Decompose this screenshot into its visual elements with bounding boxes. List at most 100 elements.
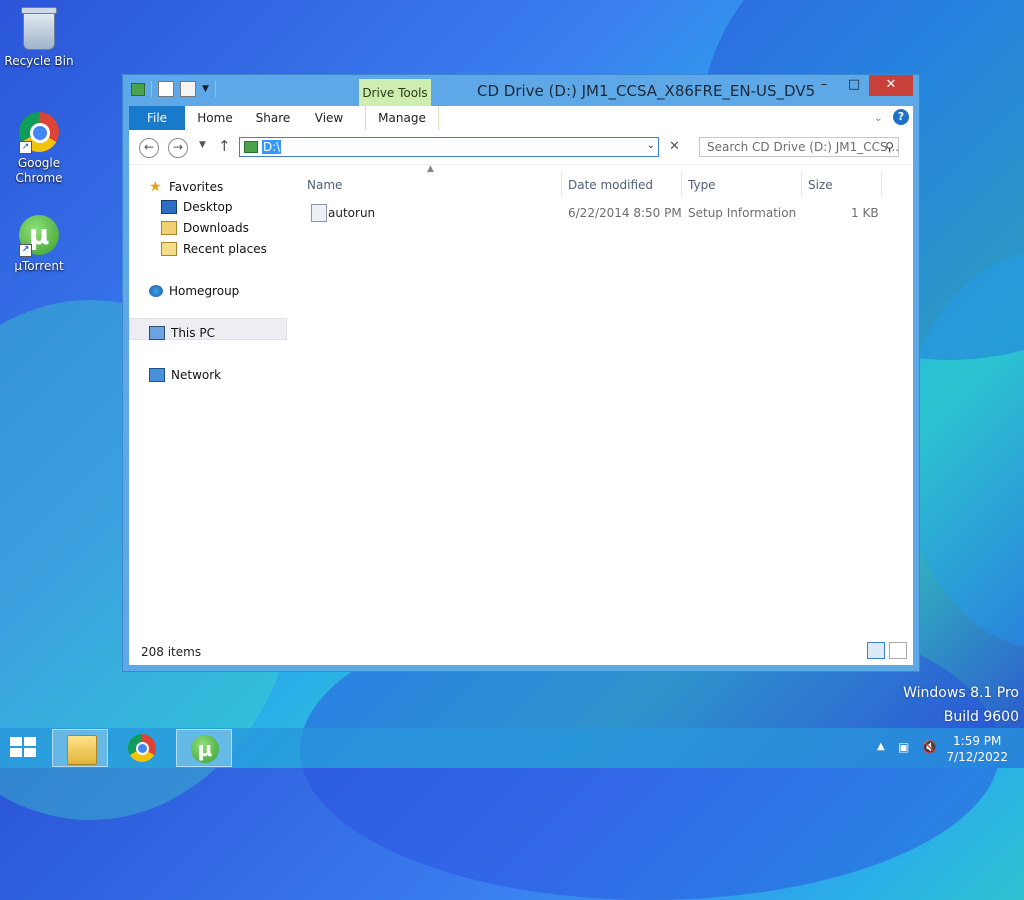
nav-label: Homegroup — [169, 284, 240, 298]
windows-logo-icon — [24, 737, 36, 746]
downloads-folder-icon — [161, 221, 177, 235]
back-button[interactable]: ← — [139, 138, 159, 158]
address-dropdown-icon[interactable]: ⌄ — [647, 140, 655, 151]
column-divider[interactable] — [801, 172, 802, 196]
details-view-button[interactable] — [867, 642, 885, 659]
recycle-bin-icon — [21, 7, 57, 50]
up-button[interactable]: ↑ — [218, 137, 231, 155]
nav-homegroup[interactable]: Homegroup — [149, 284, 239, 298]
setup-information-file-icon — [311, 204, 327, 222]
network-status-icon[interactable]: ▣ — [898, 740, 909, 754]
nav-this-pc[interactable]: This PC — [149, 326, 215, 340]
file-size: 1 KB — [851, 206, 879, 220]
title-bar[interactable]: ▼ Drive Tools CD Drive (D:) JM1_CCSA_X86… — [123, 75, 919, 107]
homegroup-icon — [149, 285, 163, 297]
desktop-icon-label: Google Chrome — [15, 156, 63, 185]
nav-label: Downloads — [183, 221, 249, 235]
clock-date: 7/12/2022 — [946, 750, 1008, 764]
desktop-icon-label: µTorrent — [14, 259, 64, 273]
column-divider[interactable] — [881, 172, 882, 196]
divider — [151, 81, 152, 97]
recent-locations-dropdown-icon[interactable]: ▼ — [199, 140, 206, 150]
tab-file[interactable]: File — [129, 106, 185, 130]
network-icon — [149, 368, 165, 382]
taskbar-file-explorer[interactable] — [52, 729, 108, 767]
windows-version-text: Windows 8.1 Pro — [903, 685, 1019, 701]
column-header-type[interactable]: Type — [688, 178, 716, 192]
nav-label: This PC — [171, 326, 215, 340]
nav-item-desktop[interactable]: Desktop — [161, 200, 233, 214]
nav-network[interactable]: Network — [149, 368, 221, 382]
taskbar-utorrent[interactable]: µ — [176, 729, 232, 767]
column-header-name[interactable]: Name — [307, 178, 342, 192]
nav-label: Recent places — [183, 242, 267, 256]
address-bar-row: ← → ▼ ↑ D:\ ⌄ ✕ Search CD Drive (D:) JM1… — [129, 130, 913, 165]
search-input[interactable]: Search CD Drive (D:) JM1_CCS... ⚲ — [699, 137, 899, 157]
divider — [214, 81, 216, 97]
file-type: Setup Information — [688, 206, 797, 220]
quick-access-toolbar: ▼ — [131, 81, 216, 97]
shortcut-arrow-icon: ↗ — [19, 244, 32, 257]
taskbar-google-chrome[interactable] — [114, 729, 170, 767]
volume-muted-icon[interactable]: 🔇 — [922, 740, 937, 754]
taskbar-clock[interactable]: 1:59 PM 7/12/2022 — [946, 733, 1008, 765]
column-divider[interactable] — [561, 172, 562, 196]
file-list: ▲ Name Date modified Type Size autorun 6… — [299, 164, 883, 637]
view-switcher — [867, 642, 907, 659]
star-icon: ★ — [149, 179, 162, 195]
file-date: 6/22/2014 8:50 PM — [568, 206, 682, 220]
search-icon: ⚲ — [885, 140, 894, 154]
large-icons-view-button[interactable] — [889, 642, 907, 659]
computer-icon — [149, 326, 165, 340]
file-name: autorun — [328, 206, 376, 220]
search-placeholder: Search CD Drive (D:) JM1_CCS... — [707, 140, 899, 154]
forward-button[interactable]: → — [168, 138, 188, 158]
window-controls: – □ ✕ — [809, 75, 913, 96]
desktop-icon-label: Recycle Bin — [4, 54, 74, 68]
close-button[interactable]: ✕ — [869, 75, 913, 96]
new-folder-icon[interactable] — [180, 81, 196, 97]
sort-ascending-icon: ▲ — [427, 164, 434, 174]
desktop-icon — [161, 200, 177, 214]
recent-places-icon — [161, 242, 177, 256]
nav-label: Desktop — [183, 200, 233, 214]
item-count: 208 items — [141, 645, 202, 659]
windows-logo-icon — [10, 748, 22, 757]
navigation-pane: ★ Favorites Desktop Downloads Recent pla… — [129, 164, 287, 637]
minimize-button[interactable]: – — [809, 75, 839, 96]
drive-icon — [244, 141, 258, 153]
desktop-icon-google-chrome[interactable]: ↗ Google Chrome — [1, 112, 77, 186]
file-row[interactable]: autorun 6/22/2014 8:50 PM Setup Informat… — [299, 202, 883, 224]
nav-item-downloads[interactable]: Downloads — [161, 221, 249, 235]
properties-icon[interactable] — [158, 81, 174, 97]
desktop-icon-recycle-bin[interactable]: Recycle Bin — [1, 7, 77, 69]
contextual-tab-drive-tools: Drive Tools — [359, 79, 431, 107]
clear-address-icon[interactable]: ✕ — [669, 139, 680, 154]
help-icon[interactable]: ? — [893, 109, 909, 125]
chrome-icon — [128, 734, 156, 762]
expand-ribbon-icon[interactable]: ⌄ — [874, 111, 883, 124]
nav-item-recent-places[interactable]: Recent places — [161, 242, 267, 256]
clock-time: 1:59 PM — [953, 734, 1002, 748]
maximize-button[interactable]: □ — [839, 75, 869, 96]
tab-share[interactable]: Share — [251, 106, 295, 130]
file-explorer-icon — [67, 735, 97, 765]
column-header-date-modified[interactable]: Date modified — [568, 178, 653, 192]
nav-label: Favorites — [169, 180, 224, 194]
start-button[interactable] — [10, 737, 38, 759]
nav-favorites[interactable]: ★ Favorites — [149, 179, 223, 195]
tab-view[interactable]: View — [309, 106, 349, 130]
customize-toolbar-dropdown-icon[interactable]: ▼ — [202, 84, 209, 94]
tab-manage[interactable]: Manage — [365, 106, 439, 130]
chrome-icon: ↗ — [19, 112, 59, 154]
address-field[interactable]: D:\ ⌄ — [239, 137, 659, 157]
tab-home[interactable]: Home — [193, 106, 237, 130]
show-hidden-icons-icon[interactable]: ▲ — [877, 741, 885, 752]
column-header-size[interactable]: Size — [808, 178, 833, 192]
window-title: CD Drive (D:) JM1_CCSA_X86FRE_EN-US_DV5 — [477, 82, 816, 100]
shortcut-arrow-icon: ↗ — [19, 141, 32, 154]
taskbar: µ ▲ ▣ 🔇 1:59 PM 7/12/2022 — [0, 728, 1024, 768]
column-divider[interactable] — [681, 172, 682, 196]
desktop-icon-utorrent[interactable]: µ ↗ µTorrent — [1, 215, 77, 274]
utorrent-icon: µ — [191, 735, 219, 763]
